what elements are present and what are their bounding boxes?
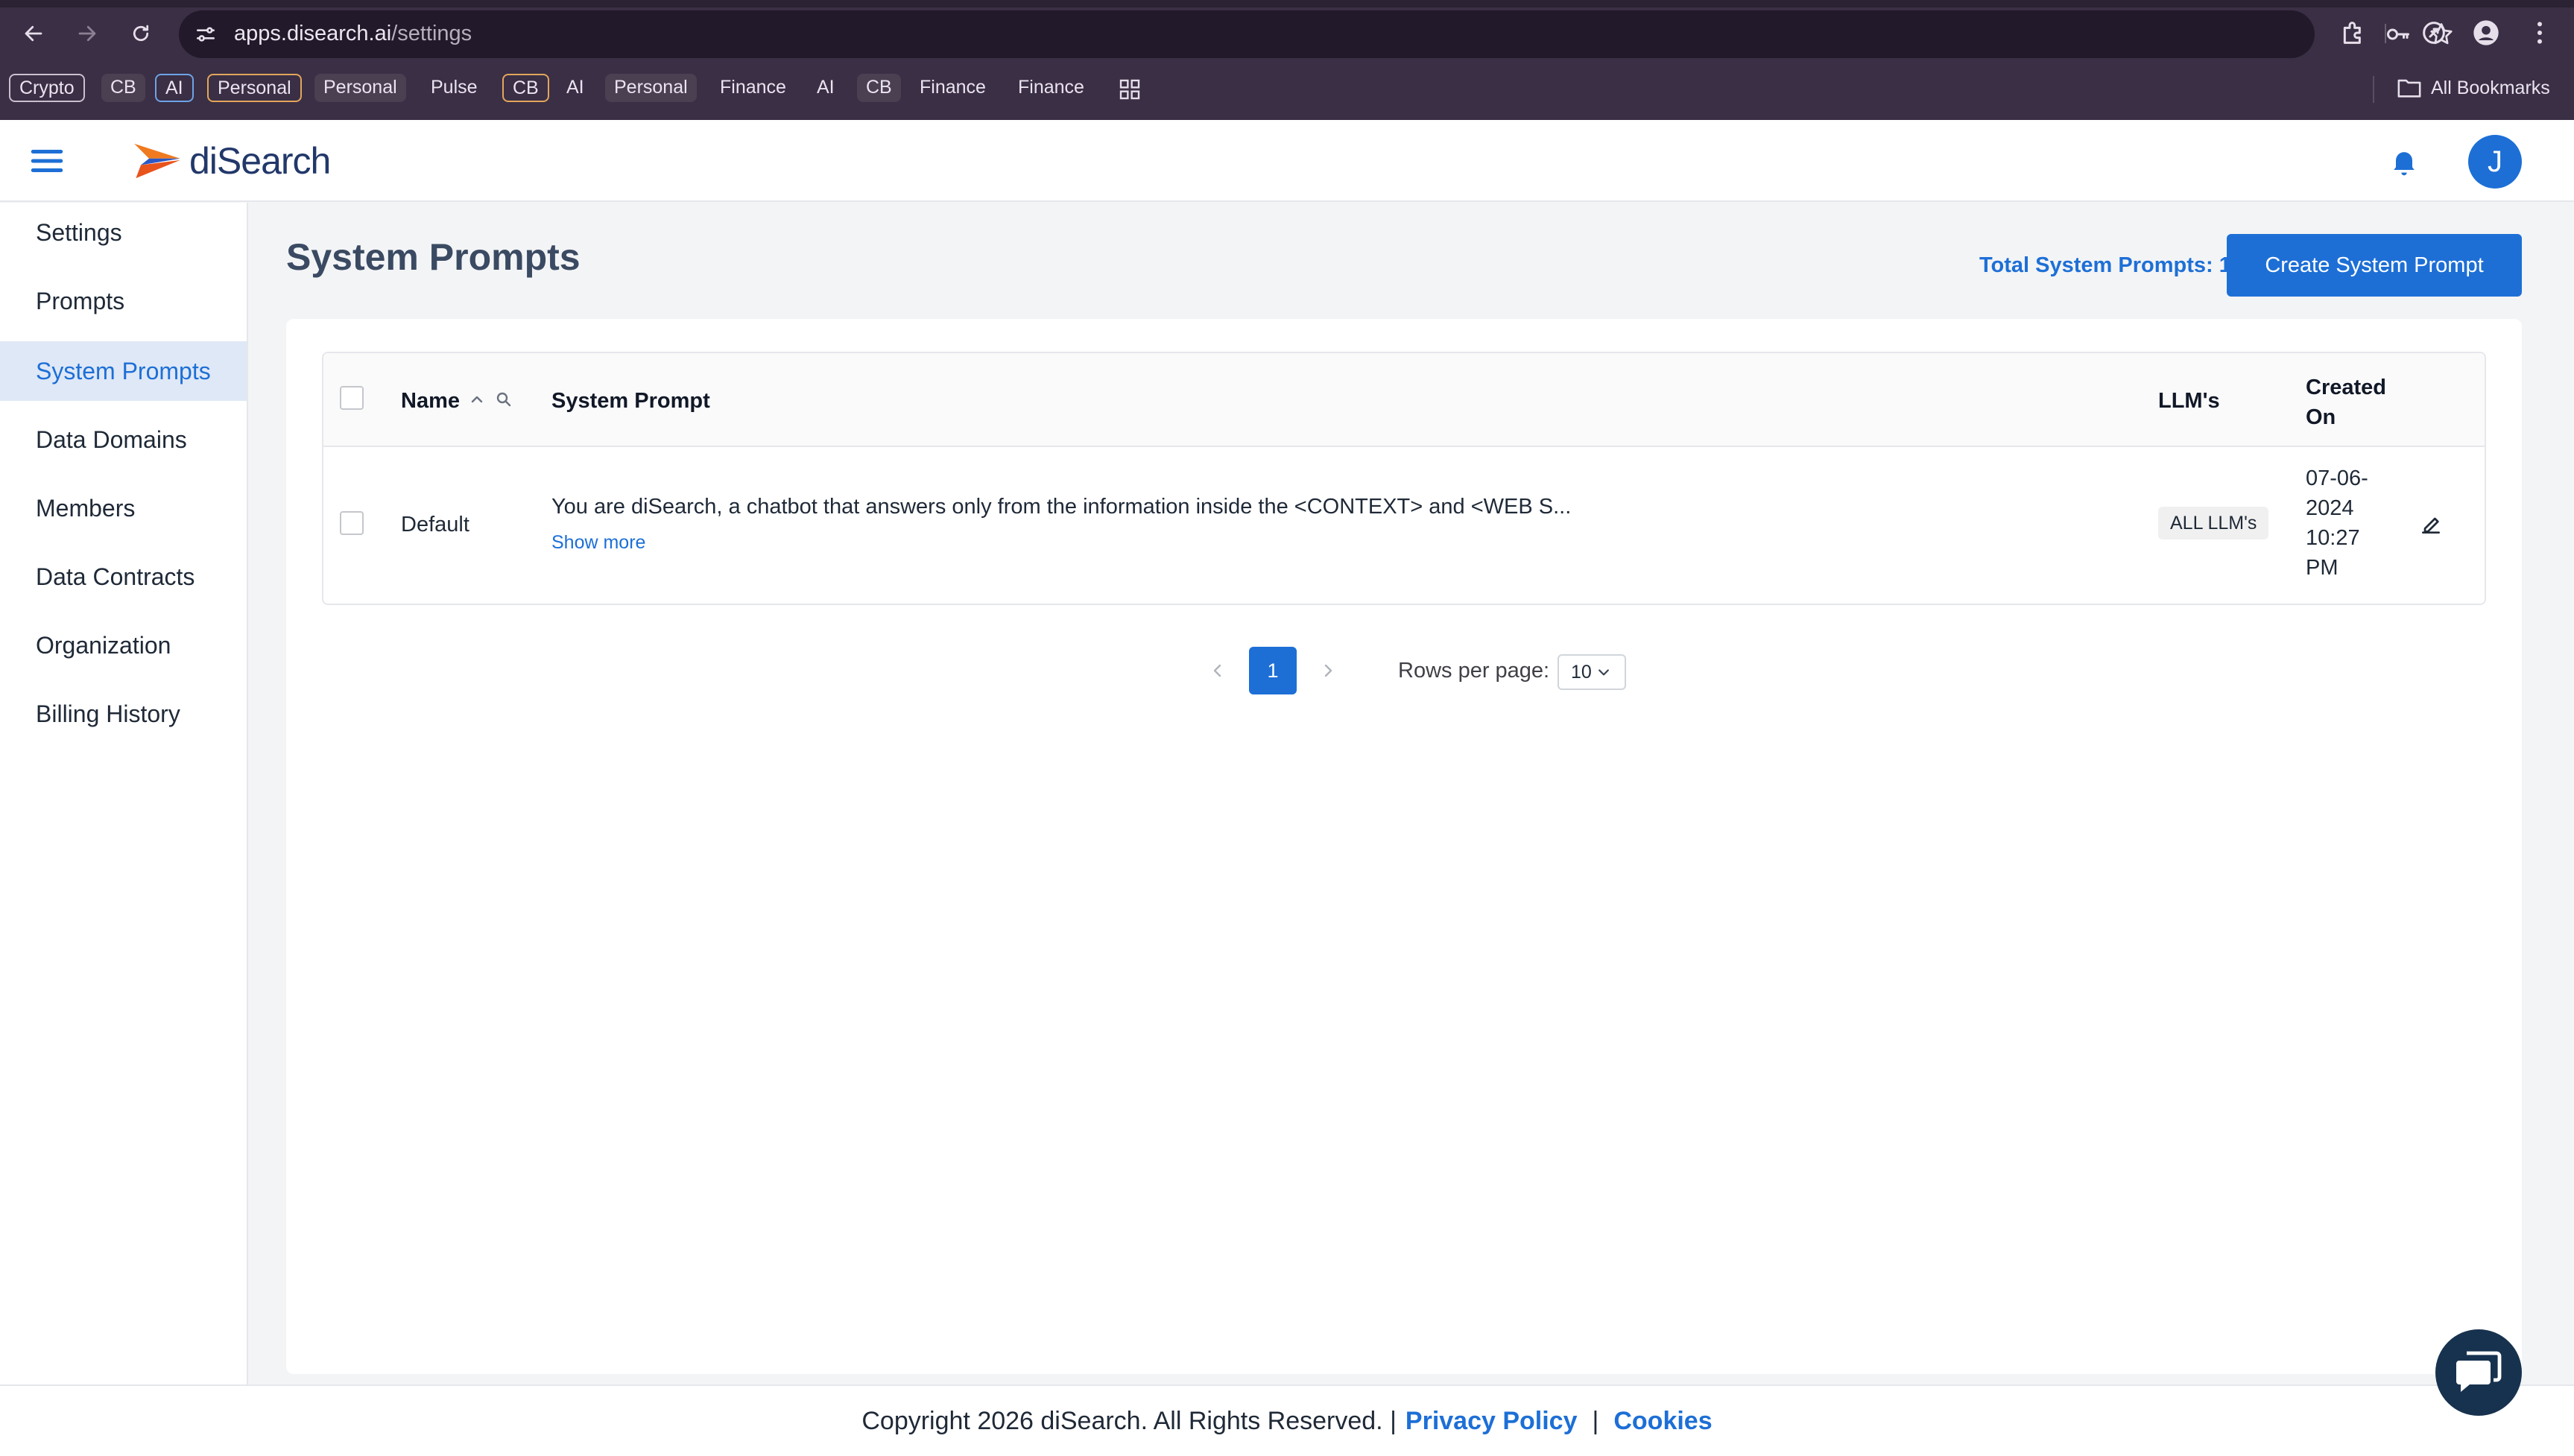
copyright-text: Copyright 2026 diSearch. All Rights Rese… [861,1406,1397,1435]
rows-per-page-select[interactable]: 10 [1558,654,1626,690]
column-header-system-prompt: System Prompt [551,389,710,413]
next-page-icon[interactable] [1319,662,1337,680]
bookmark-item[interactable]: Personal [605,74,697,102]
notification-bell-icon[interactable] [2388,145,2420,178]
column-header-created-on: Created On [2306,376,2386,429]
toolbar-divider [2385,24,2386,43]
search-icon[interactable] [495,390,513,408]
total-count: Total System Prompts: 1 [1979,253,2231,277]
select-all-checkbox[interactable] [340,386,364,410]
rows-per-page-label: Rows per page: [1398,659,1550,683]
show-more-link[interactable]: Show more [551,532,645,554]
site-info-icon[interactable] [194,22,218,46]
cookies-link[interactable]: Cookies [1613,1407,1712,1436]
bookmarks-divider [2373,76,2374,103]
app-logo[interactable]: diSearch [133,136,331,186]
prev-page-icon[interactable] [1209,662,1227,680]
sidebar-item-data-domains[interactable]: Data Domains [0,410,247,469]
extensions-icon[interactable] [2339,18,2368,48]
bookmark-item[interactable]: Finance [1009,74,1093,102]
sidebar-item-data-contracts[interactable]: Data Contracts [0,547,247,607]
sidebar-item-organization[interactable]: Organization [0,615,247,675]
table-header: Name System Prompt LLM's Created On [323,353,2485,447]
page-footer: Copyright 2026 diSearch. All Rights Rese… [0,1384,2574,1456]
sidebar-item-system-prompts[interactable]: System Prompts [0,341,247,401]
sidebar-item-settings[interactable]: Settings [0,203,247,262]
profile-icon[interactable] [2471,18,2501,48]
settings-sidebar: Settings Prompts System Prompts Data Dom… [0,203,248,1384]
privacy-policy-link[interactable]: Privacy Policy [1405,1407,1578,1436]
sort-asc-icon[interactable] [468,390,486,408]
disearch-logo-icon [134,143,180,179]
page-title: System Prompts [286,236,581,278]
bookmarks-bar: Crypto CB AI Personal Personal Pulse CB … [0,69,2574,110]
row-created-on: 07-06-2024 10:27 PM [2306,466,2368,580]
llm-tag: ALL LLM's [2158,507,2269,539]
user-avatar[interactable]: J [2468,135,2522,189]
back-icon[interactable] [16,16,51,51]
bookmark-item[interactable]: Personal [314,74,406,102]
window-top-edge [0,0,2574,7]
pagination: 1 Rows per page: 10 [286,647,2522,694]
bookmark-item[interactable]: Crypto [9,74,85,102]
bookmark-item[interactable]: AI [557,74,593,102]
row-prompt-text: You are diSearch, a chatbot that answers… [551,495,1572,519]
bookmark-item[interactable]: Personal [207,74,302,102]
column-header-name[interactable]: Name [401,389,460,414]
password-key-icon[interactable] [2385,21,2412,48]
row-name: Default [401,513,469,536]
chat-bubble-icon [2456,1351,2502,1392]
chevron-down-icon [1598,669,1609,676]
bookmark-item[interactable]: AI [155,74,194,102]
all-bookmarks-label: All Bookmarks [2431,77,2550,98]
chat-support-button[interactable] [2435,1329,2522,1416]
content-panel: Name System Prompt LLM's Created On Defa… [286,319,2522,1374]
bookmark-item[interactable]: AI [808,74,844,102]
folder-icon [2397,79,2421,98]
column-header-llms: LLM's [2158,389,2220,413]
sidebar-item-members[interactable]: Members [0,478,247,538]
table-row[interactable]: Default You are diSearch, a chatbot that… [323,447,2485,604]
sidebar-item-prompts[interactable]: Prompts [0,271,247,331]
hamburger-menu-icon[interactable] [28,142,66,180]
sidebar-item-billing-history[interactable]: Billing History [0,684,247,744]
bookmark-item[interactable]: Finance [711,74,795,102]
create-system-prompt-button[interactable]: Create System Prompt [2227,234,2522,297]
bookmark-item[interactable]: CB [857,74,901,102]
system-prompts-table: Name System Prompt LLM's Created On Defa… [322,352,2486,605]
bookmark-item[interactable]: CB [502,74,549,102]
logo-text: diSearch [189,140,331,182]
browser-chrome: apps.disearch.ai/settings Crypto CB AI P… [0,0,2574,120]
sync-icon[interactable] [2419,18,2449,48]
reload-icon[interactable] [124,16,158,51]
all-bookmarks-button[interactable]: All Bookmarks [2397,74,2550,102]
row-checkbox[interactable] [340,511,364,535]
bookmark-item[interactable]: CB [101,74,145,102]
address-bar[interactable]: apps.disearch.ai/settings [179,10,2453,58]
app-header: diSearch J [0,120,2574,202]
footer-separator: | [1592,1406,1599,1435]
kebab-menu-icon[interactable] [2525,18,2555,48]
forward-icon[interactable] [70,16,104,51]
edit-pencil-icon[interactable] [2419,513,2443,536]
bookmark-item[interactable]: Finance [911,74,995,102]
page-button-current[interactable]: 1 [1249,647,1297,694]
apps-grid-icon[interactable] [1118,77,1142,101]
rows-per-page-value: 10 [1571,661,1592,683]
bookmark-item[interactable]: Pulse [422,74,487,102]
url-text: apps.disearch.ai/settings [234,22,472,45]
